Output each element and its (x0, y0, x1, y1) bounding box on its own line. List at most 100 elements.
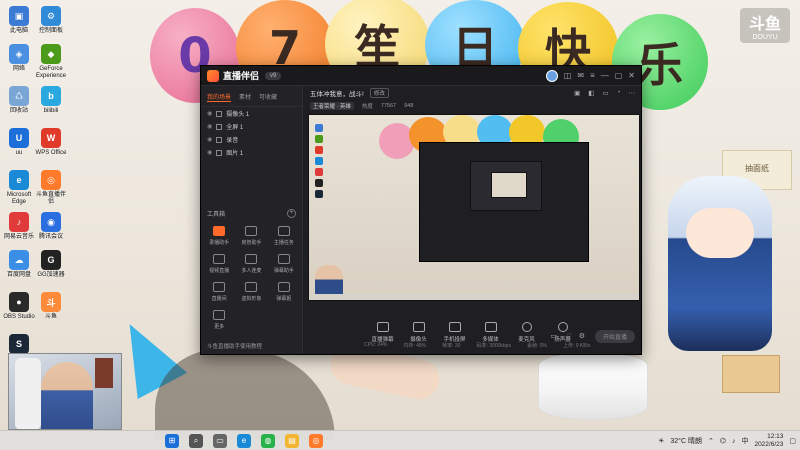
desktop-icon[interactable]: 斗斗鱼 (34, 292, 68, 321)
danmaku-icon (376, 322, 389, 332)
desktop-app-icon: ☁ (9, 250, 29, 270)
taskbar-search-icon[interactable]: ⌕ (189, 433, 203, 448)
tool-item[interactable]: 视频直播 (203, 254, 235, 274)
desktop-icon[interactable]: ◉ 腾讯会议 (34, 212, 68, 241)
user-avatar[interactable] (545, 69, 558, 82)
weather-icon[interactable]: ☀ (658, 437, 664, 445)
taskbar-wechat-icon[interactable]: ◍ (261, 433, 275, 448)
skin-icon[interactable]: ◫ (564, 71, 572, 80)
desktop-icon[interactable]: ♪ 网易云音乐 (2, 212, 36, 241)
control-button[interactable]: 多媒体 (479, 322, 503, 343)
eye-icon[interactable]: ◉ (207, 110, 212, 117)
tool-item[interactable]: 录播助手 (203, 226, 235, 246)
room-title[interactable]: 五体冲我意，战斗! (310, 88, 364, 98)
screen-icon[interactable]: ▭ (602, 89, 608, 97)
tool-label: 房管助手 (241, 240, 262, 246)
version-badge[interactable]: v9 (265, 71, 282, 80)
tool-item[interactable]: 多人连麦 (235, 254, 267, 274)
control-button[interactable]: 手机投屏 (443, 322, 467, 343)
desktop-icon[interactable]: e Microsoft Edge (2, 170, 36, 206)
desktop-icon[interactable]: b bilibili (34, 86, 68, 115)
minimize-icon[interactable]: — (601, 71, 609, 80)
ime-icon[interactable]: 中 (741, 436, 748, 446)
modify-title-button[interactable]: 修改 (369, 88, 389, 98)
desktop-icon[interactable]: ● OBS Studio (2, 292, 36, 321)
taskbar-explorer-icon[interactable]: ▤ (285, 433, 299, 448)
volume-icon[interactable]: ♪ (732, 438, 736, 445)
tool-item[interactable]: 虚拟形象 (235, 282, 267, 302)
title-bar[interactable]: 直播伴侣 v9 ◫ ✉ ≡ — ▢ ✕ (201, 66, 641, 86)
preview-nested-app (491, 172, 527, 198)
clock[interactable]: 12:13 2022/6/23 (754, 433, 783, 449)
tool-item[interactable]: 主播任务 (268, 226, 300, 246)
help-link[interactable]: 斗鱼直播助手使用教程 (207, 342, 262, 350)
tool-item[interactable]: 直播间 (203, 282, 235, 302)
taskbar-start-icon[interactable]: ⊞ (165, 433, 179, 448)
tool-item[interactable]: 房管助手 (235, 226, 267, 246)
eye-icon[interactable]: ◉ (207, 149, 212, 156)
maximize-icon[interactable]: ▢ (615, 71, 623, 80)
control-button[interactable]: 麦克风 (515, 322, 539, 343)
chevron-up-icon[interactable]: ⌃ (708, 437, 714, 445)
weather-text[interactable]: 32°C 晴朗 (670, 436, 702, 446)
record-icon[interactable]: ▭ (550, 332, 557, 340)
desktop-icon-label: 网络 (12, 66, 25, 72)
taskbar: ⊞ ⌕ ▭ e ◍ ▤ ◎ ☀ 32°C 晴朗 ⌃ ⌬ ♪ 中 12:13 2022/6/2… (0, 430, 800, 450)
tab-assets[interactable]: 素材 (239, 92, 251, 102)
desktop-icon[interactable]: W WPS Office (34, 128, 68, 157)
lock-icon[interactable] (216, 110, 223, 117)
desktop-icon[interactable]: ▣ 此电脑 (2, 6, 36, 35)
preview-taskbar (309, 294, 639, 300)
scene-item[interactable]: ◉ 录音 (201, 133, 302, 146)
tab-favorites[interactable]: 可收藏 (259, 92, 277, 102)
toolbox-add-icon[interactable]: + (287, 209, 296, 218)
eye-icon[interactable]: ◉ (207, 136, 212, 143)
desktop-icon[interactable]: ♺ 回收站 (2, 86, 36, 115)
scene-item[interactable]: ◉ 摄像头 1 (201, 107, 302, 120)
scene-item[interactable]: ◉ 图片 1 (201, 146, 302, 159)
gift-icon[interactable]: ▣ (574, 89, 580, 97)
desktop-icon-label: 回收站 (9, 108, 28, 114)
lock-icon[interactable] (216, 136, 223, 143)
network-icon[interactable]: ⌬ (720, 437, 726, 445)
lock-icon[interactable] (216, 149, 223, 156)
category-badge[interactable]: 王者荣耀 · 英雄 (310, 101, 354, 110)
tool-item[interactable]: 更多 (203, 310, 235, 330)
douyu-watermark: 斗鱼 DOUYU (740, 8, 790, 43)
close-icon[interactable]: ✕ (628, 71, 635, 80)
tool-item[interactable]: 弹幕姬 (268, 282, 300, 302)
app-logo: 直播伴侣 (207, 69, 259, 82)
plush-figure (668, 176, 772, 351)
taskbar-douyu-icon[interactable]: ◎ (309, 433, 323, 448)
control-button[interactable]: 摄像头 (407, 322, 431, 343)
desktop-app-icon: ▣ (9, 6, 29, 26)
lock-icon[interactable]: ◧ (588, 89, 594, 97)
desktop-icon[interactable]: Uuu (2, 128, 36, 157)
eye-icon[interactable]: ◉ (207, 123, 212, 130)
desktop-icon[interactable]: ◈ 网络 (2, 44, 36, 73)
system-tray: ☀ 32°C 晴朗 ⌃ ⌬ ♪ 中 12:13 2022/6/23 ▢ (658, 431, 796, 450)
desktop-icon[interactable]: ⚙ 控制面板 (34, 6, 68, 35)
taskbar-task-view-icon[interactable]: ▭ (213, 433, 227, 448)
desktop-icon[interactable]: ◆ GeForce Experience (34, 44, 68, 80)
settings-icon[interactable]: ⚙ (579, 332, 585, 340)
wall-poster (95, 358, 113, 388)
menu-icon[interactable]: ≡ (590, 71, 595, 80)
desktop-icon[interactable]: ☁ 百度网盘 (2, 250, 36, 279)
lock-icon[interactable] (216, 123, 223, 130)
control-button[interactable]: 直播弹幕 (371, 322, 395, 343)
notification-icon[interactable]: ▢ (789, 437, 796, 445)
stream-preview[interactable] (308, 114, 640, 301)
mail-icon[interactable]: ✉ (577, 71, 584, 80)
timer-icon[interactable]: ◌ (567, 332, 571, 339)
share-icon[interactable]: ⋯ (629, 89, 636, 97)
desktop-app-icon: W (41, 128, 61, 148)
tool-item[interactable]: 弹幕助手 (268, 254, 300, 274)
scene-item[interactable]: ◉ 全屏 1 (201, 120, 302, 133)
taskbar-edge-icon[interactable]: e (237, 433, 251, 448)
desktop-icon[interactable]: G GG加速器 (34, 250, 68, 279)
bell-icon[interactable]: ◔ (617, 89, 621, 97)
desktop-icon[interactable]: ◎ 斗鱼直播伴侣 (34, 170, 68, 206)
tab-my-scenes[interactable]: 我的场景 (207, 92, 232, 102)
desktop-icon-label: 斗鱼 (44, 314, 57, 320)
